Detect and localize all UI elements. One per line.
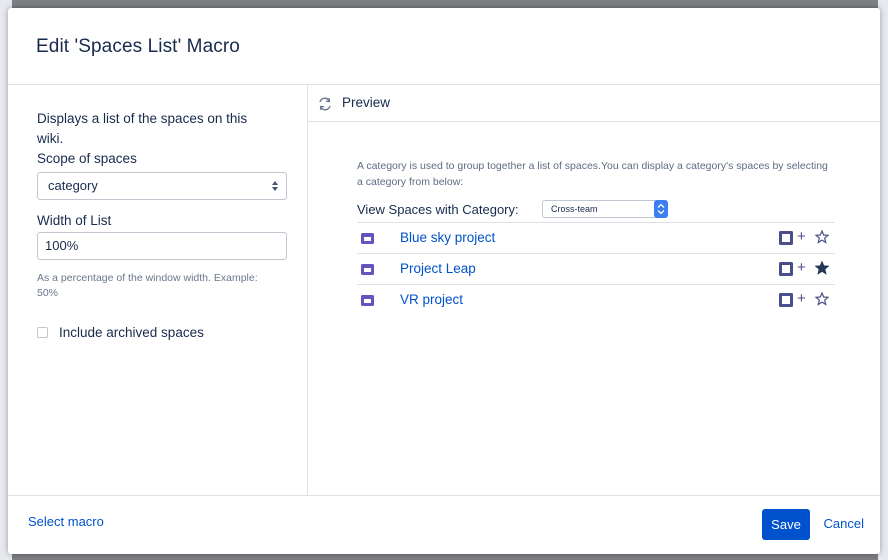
space-row: Project Leap + xyxy=(357,253,835,284)
refresh-icon[interactable] xyxy=(318,97,332,111)
space-logo-icon xyxy=(779,293,793,307)
space-link[interactable]: VR project xyxy=(400,292,463,307)
category-select[interactable]: Cross-team xyxy=(542,200,668,218)
archived-checkbox[interactable] xyxy=(37,327,48,338)
select-macro-link[interactable]: Select macro xyxy=(28,514,104,529)
plus-icon[interactable]: + xyxy=(797,229,806,245)
space-actions: + xyxy=(779,229,835,246)
space-icon xyxy=(361,233,374,244)
space-icon xyxy=(361,295,374,306)
space-row: Blue sky project + xyxy=(357,222,835,253)
spaces-list: Blue sky project + Project Leap + VR pro… xyxy=(357,222,835,315)
dialog-title: Edit 'Spaces List' Macro xyxy=(36,36,240,57)
star-filled-icon[interactable] xyxy=(815,261,829,275)
preview-title: Preview xyxy=(342,95,391,110)
plus-icon[interactable]: + xyxy=(797,260,806,276)
archived-label: Include archived spaces xyxy=(59,325,204,340)
preview-panel: Preview A category is used to group toge… xyxy=(308,85,880,495)
select-arrows-icon xyxy=(272,181,278,191)
width-input[interactable]: 100% xyxy=(37,232,287,260)
space-actions: + xyxy=(779,291,835,308)
macro-dialog: Edit 'Spaces List' Macro Displays a list… xyxy=(8,8,880,554)
macro-parameters-panel: Displays a list of the spaces on this wi… xyxy=(8,85,308,495)
space-link[interactable]: Project Leap xyxy=(400,261,476,276)
space-link[interactable]: Blue sky project xyxy=(400,230,495,245)
select-arrows-icon xyxy=(657,203,665,215)
space-logo-icon xyxy=(779,231,793,245)
scope-label: Scope of spaces xyxy=(37,151,137,166)
macro-description: Displays a list of the spaces on this wi… xyxy=(37,111,248,146)
space-logo-icon xyxy=(779,262,793,276)
plus-icon[interactable]: + xyxy=(797,291,806,307)
star-icon[interactable] xyxy=(815,292,829,306)
space-icon xyxy=(361,264,374,275)
space-actions: + xyxy=(779,260,835,277)
width-hint: As a percentage of the window width. Exa… xyxy=(37,272,258,299)
cancel-button[interactable]: Cancel xyxy=(824,516,864,531)
width-label: Width of List xyxy=(37,213,112,228)
preview-header: Preview xyxy=(308,85,880,122)
space-row: VR project + xyxy=(357,284,835,315)
scope-select-value: category xyxy=(48,178,98,193)
save-button[interactable]: Save xyxy=(762,509,810,540)
scope-select[interactable]: category xyxy=(37,172,287,200)
dialog-footer: Select macro Save Cancel xyxy=(8,495,880,554)
category-select-value: Cross-team xyxy=(551,204,598,214)
category-select-button[interactable] xyxy=(654,200,668,218)
category-info-text: A category is used to group together a l… xyxy=(357,160,828,188)
dialog-header: Edit 'Spaces List' Macro xyxy=(8,8,880,85)
category-label: View Spaces with Category: xyxy=(357,202,519,217)
star-icon[interactable] xyxy=(815,230,829,244)
